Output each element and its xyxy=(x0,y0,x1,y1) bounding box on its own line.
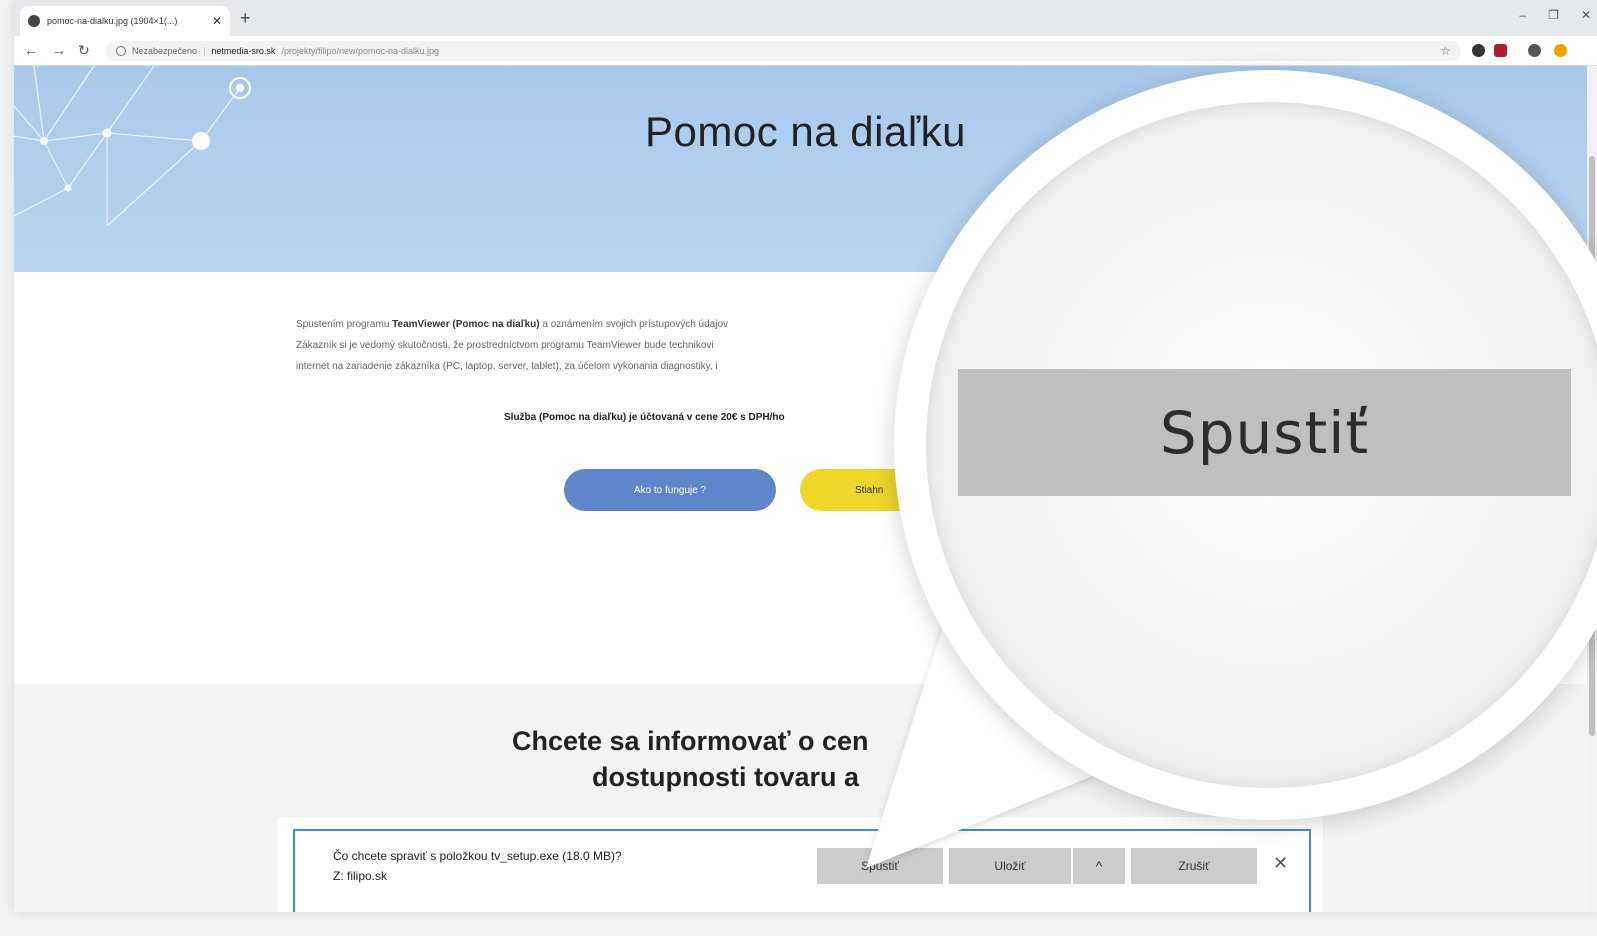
magnified-run-label: Spustiť xyxy=(1159,398,1370,467)
screenshot-stage: pomoc-na-dialku.jpg (1904×1(...) ✕ + – ❐… xyxy=(0,0,1597,936)
magnified-run-button: Spustiť xyxy=(958,369,1571,496)
